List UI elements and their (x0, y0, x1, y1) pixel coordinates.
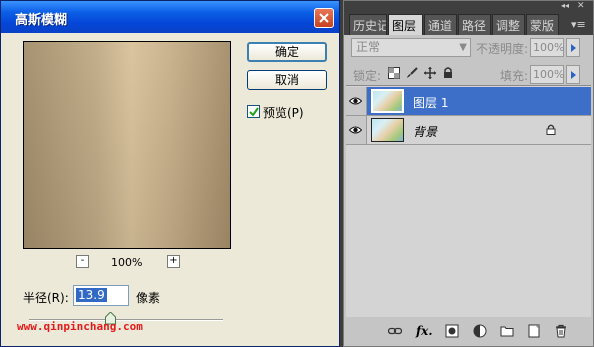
blur-preview-image[interactable] (23, 41, 231, 249)
lock-label: 锁定: (353, 69, 382, 83)
gaussian-blur-dialog: 高斯模糊 确定 取消 预览(P) - 100% + 半径(R): 13.9 像素… (0, 0, 340, 347)
zoom-out-button[interactable]: - (76, 255, 89, 268)
lock-all-icon[interactable] (442, 67, 454, 79)
fill-arrow-button[interactable] (566, 65, 580, 84)
chevron-down-icon: ▼ (459, 42, 467, 53)
tab-layers[interactable]: 图层 (388, 14, 423, 35)
layer-row[interactable]: 图层 1 (346, 87, 591, 116)
zoom-in-button[interactable]: + (167, 255, 180, 268)
close-icon (319, 13, 329, 23)
trash-icon[interactable] (554, 324, 568, 338)
close-panel-icon[interactable]: ✕ (577, 2, 585, 11)
layer-style-fx-icon[interactable]: fx. (416, 324, 434, 338)
panel-tabs: 历史记 图层 通道 路径 调整 蒙版 ▾≡ (344, 11, 593, 35)
watermark-text: www.qinpinchang.com (17, 320, 143, 333)
radius-value: 13.9 (76, 288, 107, 302)
dialog-title: 高斯模糊 (15, 13, 68, 28)
collapse-panel-icon[interactable]: ◂◂ (561, 2, 569, 10)
visibility-toggle[interactable] (346, 87, 367, 115)
layers-list: 图层 1 背景 (346, 85, 591, 317)
opacity-input[interactable]: 100% (530, 38, 564, 57)
eye-icon (349, 97, 362, 105)
blend-mode-value: 正常 (356, 40, 381, 54)
add-mask-icon[interactable] (445, 324, 459, 338)
layer-name[interactable]: 背景 (413, 123, 437, 140)
eye-icon (349, 126, 362, 134)
panel-menu-icon[interactable]: ▾≡ (571, 18, 586, 31)
layers-panel: ◂◂ ✕ 历史记 图层 通道 路径 调整 蒙版 ▾≡ 正常 ▼ 不透明度: 10… (343, 0, 594, 347)
lock-position-move-icon[interactable] (424, 67, 436, 79)
link-layers-icon[interactable] (388, 324, 402, 338)
folder-icon[interactable] (500, 324, 514, 338)
lock-transparent-pixels-icon[interactable] (388, 67, 400, 79)
tab-channels[interactable]: 通道 (424, 14, 457, 35)
layer-thumbnail (371, 118, 404, 142)
opacity-label: 不透明度: (476, 42, 529, 56)
tab-paths[interactable]: 路径 (458, 14, 491, 35)
panel-bottom-toolbar: fx. (344, 317, 593, 346)
cancel-button[interactable]: 取消 (247, 70, 327, 90)
blend-mode-select[interactable]: 正常 ▼ (351, 38, 471, 57)
chevron-right-icon (571, 44, 576, 52)
new-layer-icon[interactable] (527, 324, 541, 338)
fill-label: 填充: (500, 69, 529, 83)
zoom-level: 100% (111, 256, 143, 269)
opacity-arrow-button[interactable] (566, 38, 580, 57)
radius-label: 半径(R): (23, 291, 69, 305)
layer-name[interactable]: 图层 1 (413, 94, 448, 111)
lock-paint-brush-icon[interactable] (406, 67, 418, 79)
chevron-right-icon (571, 71, 576, 79)
tab-masks[interactable]: 蒙版 (526, 14, 559, 35)
close-button[interactable] (314, 8, 334, 28)
preview-label[interactable]: 预览(P) (263, 104, 304, 121)
layer-row[interactable]: 背景 (346, 116, 591, 145)
radius-unit-label: 像素 (136, 291, 161, 305)
visibility-toggle[interactable] (346, 116, 367, 144)
fill-input[interactable]: 100% (530, 65, 564, 84)
checkmark-icon (249, 107, 259, 117)
adjustment-layer-icon[interactable] (473, 324, 487, 338)
dialog-title-bar[interactable]: 高斯模糊 (1, 1, 339, 33)
layer-thumbnail (371, 89, 404, 113)
ok-button[interactable]: 确定 (247, 42, 327, 62)
lock-icon (546, 124, 556, 135)
tab-adjustments[interactable]: 调整 (492, 14, 525, 35)
tab-history[interactable]: 历史记 (349, 14, 387, 35)
panel-top-bar: ◂◂ ✕ (344, 1, 593, 11)
preview-checkbox[interactable] (247, 105, 260, 118)
radius-input[interactable]: 13.9 (73, 285, 129, 306)
